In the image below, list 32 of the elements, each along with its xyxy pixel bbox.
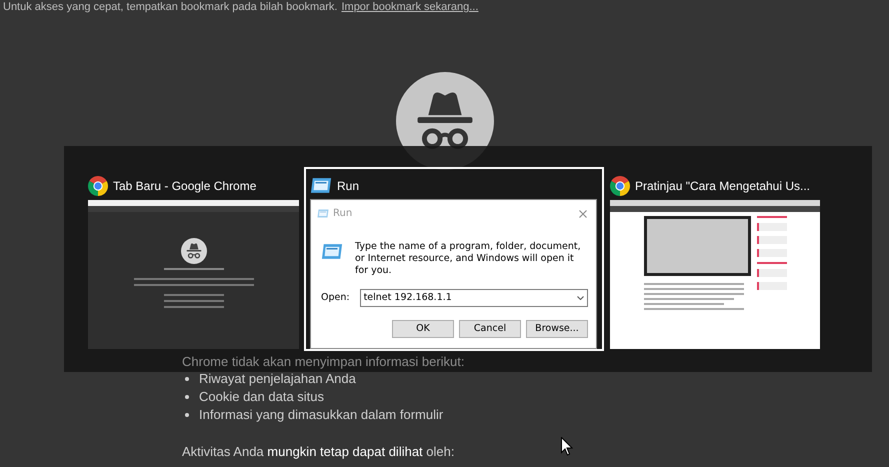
dialog-message: Type the name of a program, folder, document, or Internet resource, and Windows will open it for you.: [355, 241, 582, 277]
visible-to-text: Aktivitas Anda mungkin tetap dapat dilihat oleh:: [182, 443, 454, 461]
window-title: Tab Baru - Google Chrome: [113, 178, 256, 195]
window-thumbnail-card[interactable]: Tab Baru - Google Chrome: [82, 167, 304, 351]
mouse-pointer-icon: [561, 437, 573, 456]
open-combo-field[interactable]: telnet 192.168.1.1: [360, 289, 588, 307]
bullet-icon: [185, 377, 189, 381]
incognito-icon: [180, 238, 206, 264]
dialog-button[interactable]: Cancel: [459, 320, 521, 338]
chrome-logo-icon: [610, 176, 630, 196]
import-bookmarks-link[interactable]: Impor bookmark sekarang...: [341, 0, 478, 14]
not-saved-item: Informasi yang dimasukkan dalam formulir: [199, 406, 444, 424]
not-saved-item: Cookie dan data situs: [199, 388, 324, 406]
run-window-icon: [321, 243, 343, 260]
window-thumbnail-card[interactable]: Run Run Type the name of a program, folder, document, or Internet resource, and Windows will open it for you. Open: telnet 192.168.1.1 OK Cancel Browse...: [304, 167, 604, 351]
run-window-icon: [310, 177, 332, 194]
window-title: Pratinjau "Cara Mengetahui Us...: [635, 178, 810, 195]
window-title: Run: [337, 178, 360, 194]
dialog-button[interactable]: Browse...: [526, 320, 588, 338]
close-icon[interactable]: [579, 210, 587, 218]
not-saved-heading: Chrome tidak akan menyimpan informasi berikut:: [182, 354, 465, 370]
bullet-icon: [185, 413, 189, 417]
window-thumbnail-card[interactable]: Pratinjau "Cara Mengetahui Us...: [604, 167, 826, 351]
chevron-down-icon: [577, 296, 584, 300]
open-label: Open:: [321, 290, 350, 305]
bullet-icon: [185, 395, 189, 399]
not-saved-item: Riwayat penjelajahan Anda: [199, 370, 356, 388]
run-window-icon: [317, 209, 329, 218]
dialog-title: Run: [333, 207, 352, 221]
bookmark-bar-message: Untuk akses yang cepat, tempatkan bookmark pada bilah bookmark.: [3, 0, 338, 14]
chrome-logo-icon: [88, 176, 108, 196]
dialog-button[interactable]: OK: [392, 320, 454, 338]
